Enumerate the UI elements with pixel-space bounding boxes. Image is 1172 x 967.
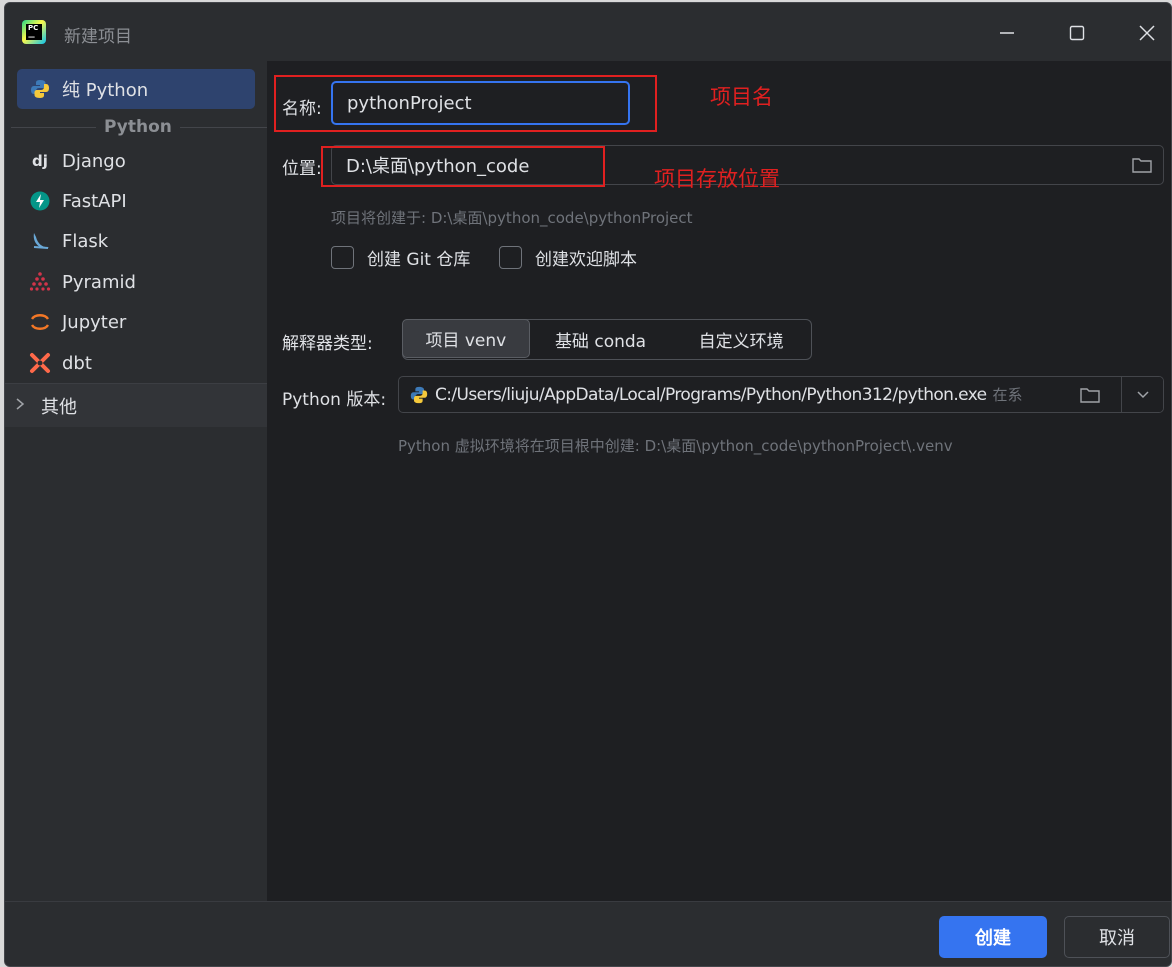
- segment-project-venv[interactable]: 项目 venv: [402, 319, 530, 358]
- create-welcome-script-checkbox[interactable]: 创建欢迎脚本: [499, 245, 637, 270]
- sidebar-item-label: Flask: [62, 230, 109, 252]
- python-version-suffix: 在系: [992, 386, 1023, 404]
- sidebar-item-dbt[interactable]: dbt: [17, 343, 255, 383]
- jupyter-icon: [29, 311, 51, 333]
- sidebar-item-flask[interactable]: Flask: [17, 221, 255, 261]
- sidebar-item-label: Django: [62, 150, 126, 172]
- close-icon: [1139, 25, 1155, 41]
- chevron-down-icon: [1136, 390, 1149, 398]
- folder-icon[interactable]: [1131, 155, 1153, 180]
- create-path-hint: 项目将创建于: D:\桌面\python_code\pythonProject: [331, 209, 693, 227]
- python-icon: [29, 78, 51, 100]
- project-type-sidebar: 纯 Python Python dj Django FastAPI Flask: [5, 61, 267, 901]
- cancel-button[interactable]: 取消: [1064, 916, 1170, 958]
- browse-folder-icon[interactable]: [1069, 377, 1111, 412]
- minimize-icon: [1000, 32, 1014, 34]
- checkbox-box[interactable]: [499, 246, 522, 269]
- title-bar: PC — 新建项目: [5, 3, 1171, 61]
- venv-location-hint: Python 虚拟环境将在项目根中创建: D:\桌面\python_code\p…: [398, 437, 953, 455]
- python-icon: [409, 385, 429, 405]
- group-label: Python: [104, 117, 172, 137]
- annotation-box-location: [321, 146, 605, 187]
- sidebar-other-group[interactable]: 其他: [5, 383, 267, 427]
- new-project-dialog: PC — 新建项目 纯 Python Python dj Django Fast…: [4, 2, 1172, 967]
- maximize-button[interactable]: [1057, 15, 1097, 51]
- annotation-project-name: 项目名: [710, 85, 773, 109]
- dbt-icon: [29, 352, 51, 374]
- python-version-select[interactable]: C:/Users/liuju/AppData/Local/Programs/Py…: [398, 376, 1164, 413]
- python-version-label: Python 版本:: [282, 390, 387, 410]
- dialog-footer: 创建 取消: [5, 901, 1171, 966]
- annotation-box-name: [274, 75, 657, 132]
- interpreter-type-label: 解释器类型:: [282, 334, 373, 354]
- dropdown-toggle[interactable]: [1121, 377, 1163, 412]
- fastapi-icon: [29, 190, 51, 212]
- segment-base-conda[interactable]: 基础 conda: [530, 320, 672, 359]
- interpreter-type-segmented: 项目 venv 基础 conda 自定义环境: [402, 319, 812, 360]
- other-label: 其他: [41, 396, 77, 418]
- sidebar-item-label: FastAPI: [62, 190, 127, 212]
- window-title: 新建项目: [64, 27, 132, 47]
- python-group-separator: Python: [5, 116, 267, 138]
- sidebar-item-label: dbt: [62, 352, 92, 374]
- sidebar-item-label: Pyramid: [62, 271, 136, 293]
- sidebar-item-pyramid[interactable]: Pyramid: [17, 262, 255, 302]
- close-button[interactable]: [1127, 15, 1167, 51]
- annotation-project-location: 项目存放位置: [654, 167, 780, 191]
- checkbox-label: 创建 Git 仓库: [367, 250, 471, 270]
- sidebar-item-label: 纯 Python: [62, 80, 149, 101]
- pyramid-icon: [29, 271, 51, 293]
- pycharm-app-icon: PC —: [22, 20, 46, 44]
- django-icon: dj: [32, 152, 48, 170]
- create-button[interactable]: 创建: [939, 916, 1047, 958]
- sidebar-item-label: Jupyter: [62, 311, 127, 333]
- location-label: 位置:: [282, 159, 322, 179]
- python-version-value: C:/Users/liuju/AppData/Local/Programs/Py…: [435, 384, 987, 405]
- flask-icon: [29, 230, 51, 252]
- chevron-right-icon: [15, 395, 29, 416]
- sidebar-item-jupyter[interactable]: Jupyter: [17, 302, 255, 342]
- maximize-icon: [1069, 25, 1085, 41]
- create-git-checkbox[interactable]: 创建 Git 仓库: [331, 245, 470, 270]
- minimize-button[interactable]: [987, 15, 1027, 51]
- sidebar-item-pure-python[interactable]: 纯 Python: [17, 69, 255, 109]
- segment-custom-env[interactable]: 自定义环境: [671, 320, 811, 359]
- checkbox-label: 创建欢迎脚本: [535, 250, 637, 270]
- sidebar-item-fastapi[interactable]: FastAPI: [17, 181, 255, 221]
- sidebar-item-django[interactable]: dj Django: [17, 141, 255, 181]
- checkbox-box[interactable]: [331, 246, 354, 269]
